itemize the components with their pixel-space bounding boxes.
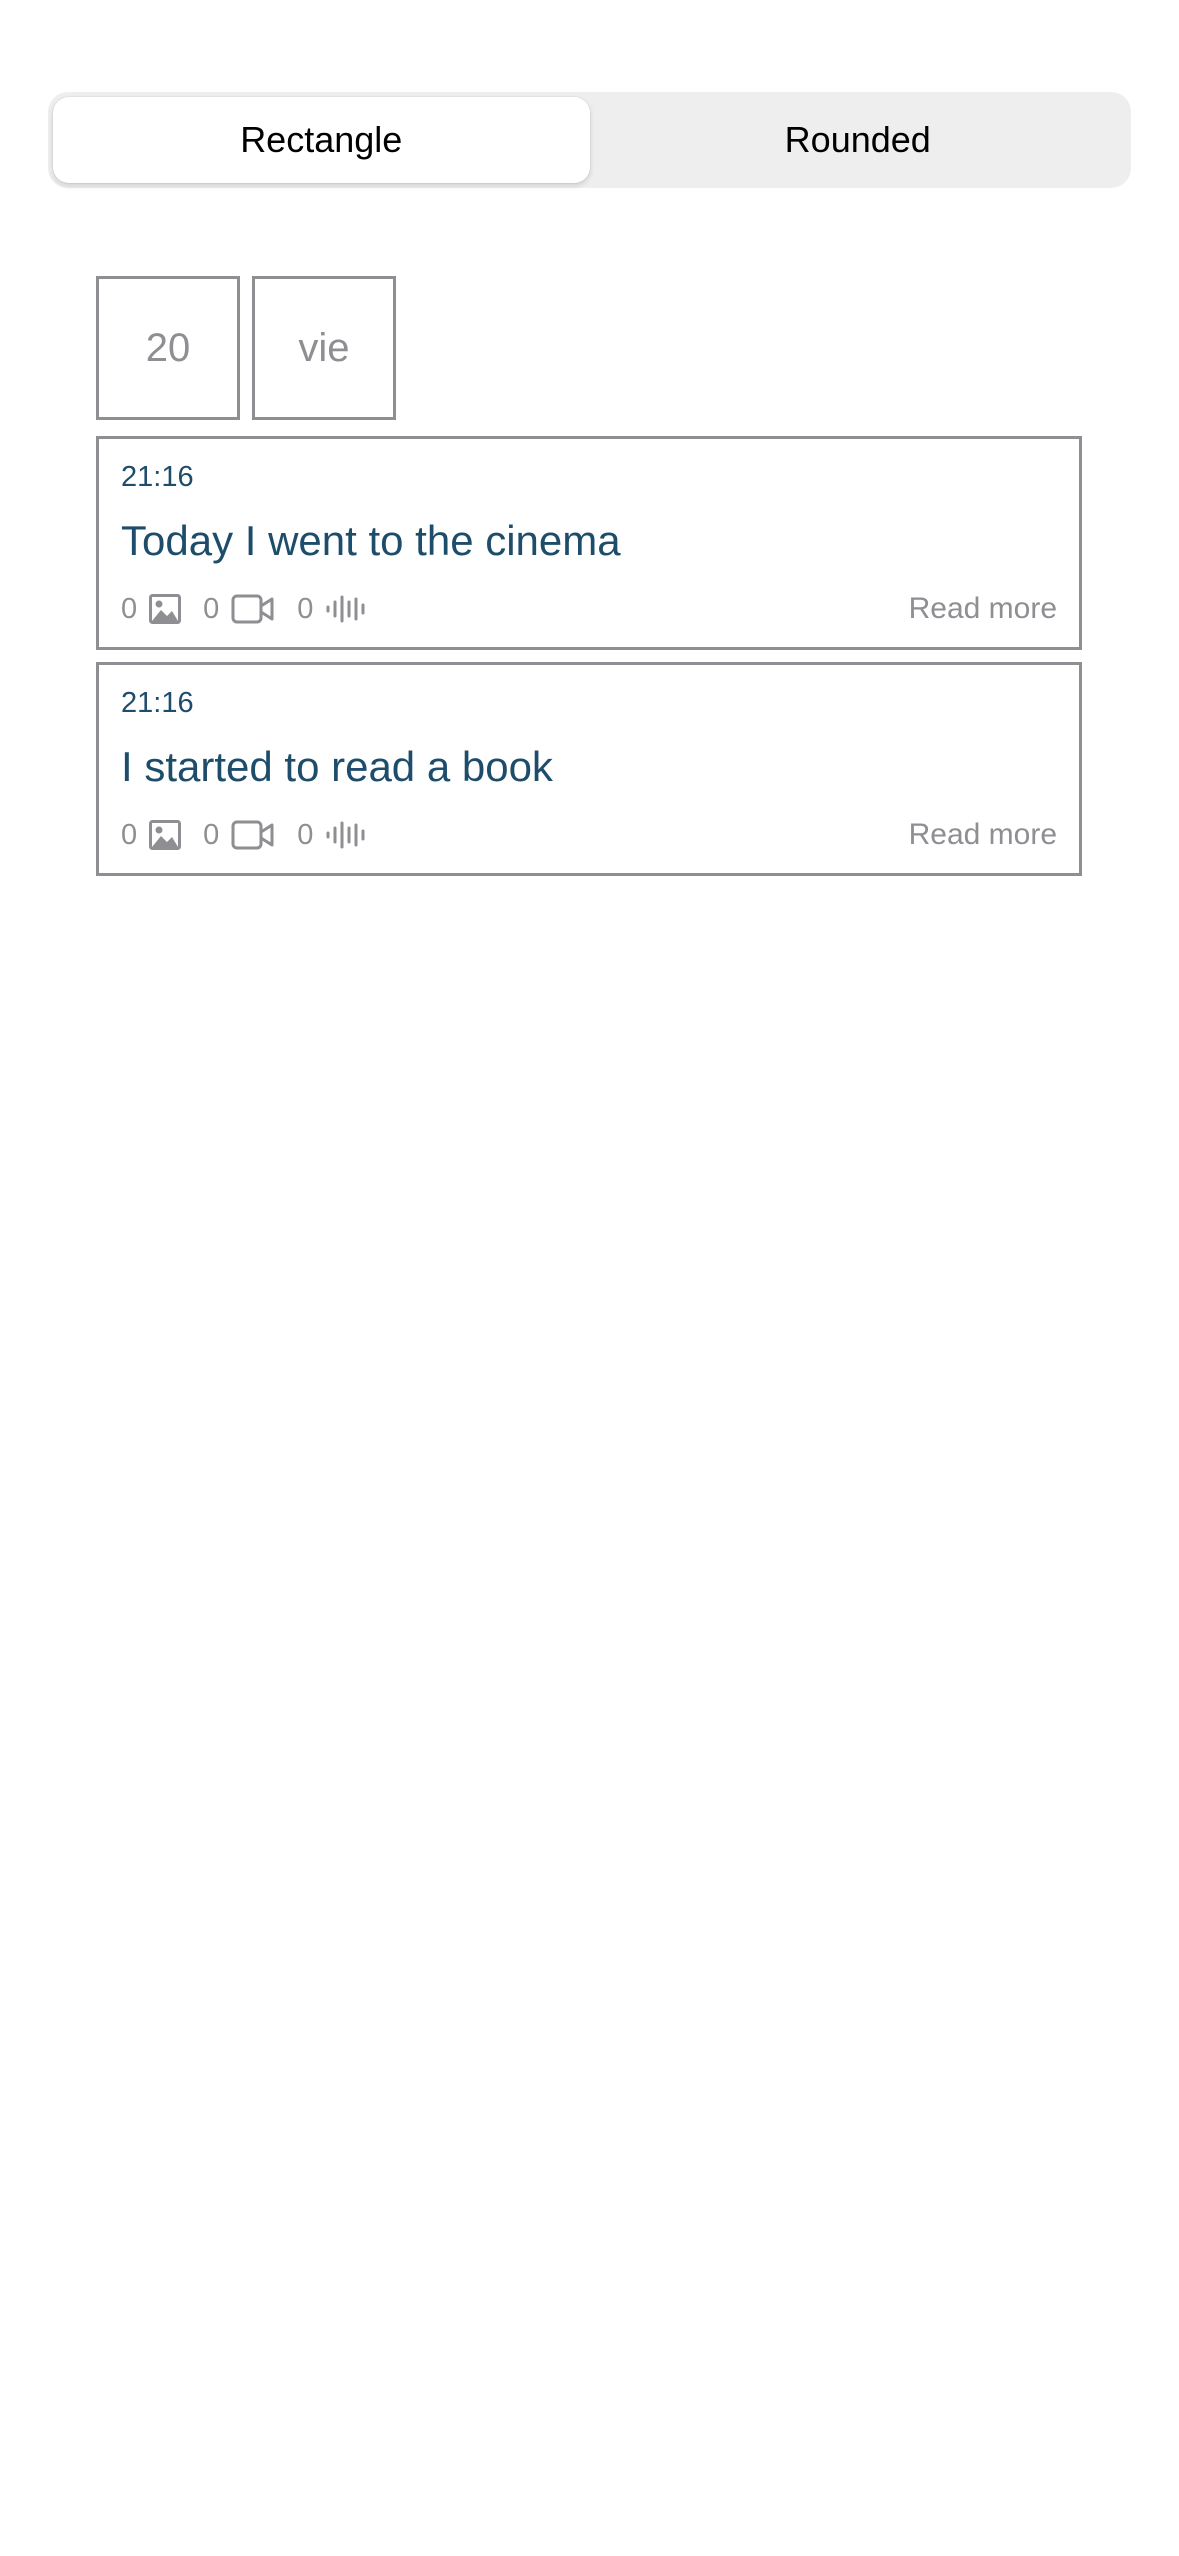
segment-rounded[interactable]: Rounded — [590, 97, 1127, 183]
video-camera-icon — [231, 594, 275, 624]
audio-count-group: 0 — [297, 593, 369, 626]
diary-entry-card[interactable]: 21:16 Today I went to the cinema 0 0 0 R… — [96, 436, 1082, 650]
video-count-group: 0 — [203, 593, 275, 626]
entry-time: 21:16 — [121, 687, 194, 719]
entry-attachments: 0 0 0 — [121, 589, 391, 629]
segment-rectangle[interactable]: Rectangle — [53, 97, 590, 183]
video-count: 0 — [203, 818, 220, 851]
diary-entry-card[interactable]: 21:16 I started to read a book 0 0 0 Rea… — [96, 662, 1082, 876]
date-day-box: 20 — [96, 276, 240, 420]
video-count: 0 — [203, 592, 220, 625]
photo-icon — [149, 594, 182, 624]
photo-count: 0 — [121, 592, 138, 625]
photo-count-group: 0 — [121, 592, 182, 626]
layout-segmented-control: Rectangle Rounded — [48, 92, 1131, 188]
photo-icon — [149, 820, 182, 850]
audio-count: 0 — [297, 592, 314, 625]
photo-count-group: 0 — [121, 818, 182, 852]
audio-waveform-icon — [325, 820, 369, 850]
read-more-link[interactable]: Read more — [909, 815, 1057, 855]
entry-time: 21:16 — [121, 461, 194, 493]
entry-title: I started to read a book — [121, 743, 553, 790]
video-camera-icon — [231, 820, 275, 850]
video-count-group: 0 — [203, 819, 275, 852]
read-more-link[interactable]: Read more — [909, 589, 1057, 629]
audio-count: 0 — [297, 818, 314, 851]
photo-count: 0 — [121, 818, 138, 851]
entry-attachments: 0 0 0 — [121, 815, 391, 855]
audio-waveform-icon — [325, 594, 369, 624]
entry-title: Today I went to the cinema — [121, 517, 621, 564]
audio-count-group: 0 — [297, 819, 369, 852]
date-weekday-box: vie — [252, 276, 396, 420]
